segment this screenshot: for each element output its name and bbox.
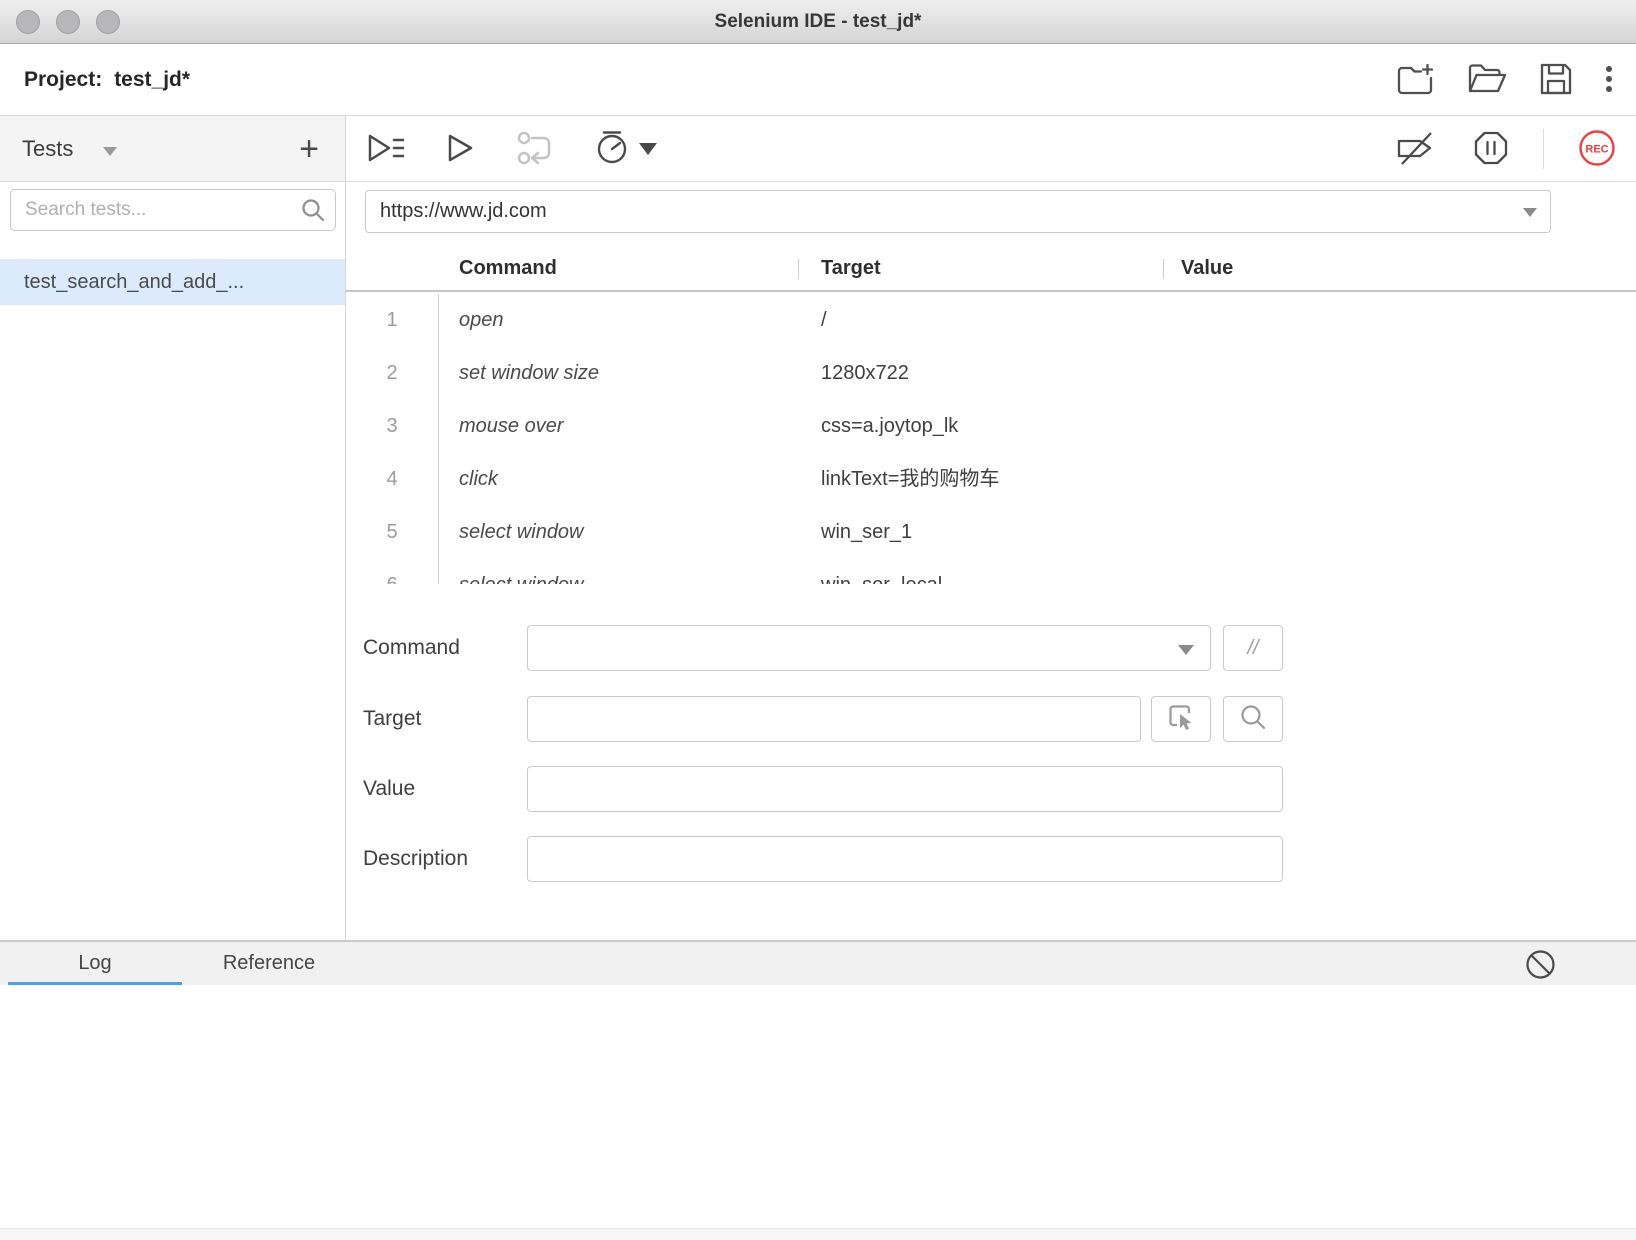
base-url-input[interactable] (365, 190, 1551, 233)
octagon-pause-icon (1473, 130, 1509, 169)
log-tab-bar: Log Reference (0, 940, 1636, 985)
test-speed-control[interactable] (594, 129, 657, 170)
column-divider (798, 259, 799, 279)
table-row[interactable]: 6 select window win_ser_local (346, 559, 1636, 584)
column-divider (1163, 259, 1164, 279)
playback-toolbar: REC (346, 116, 1636, 182)
search-icon (300, 197, 326, 228)
row-command: click (459, 453, 498, 506)
row-number: 1 (346, 294, 438, 347)
tests-sidebar: Tests + test_search_and_add_... (0, 116, 345, 940)
speed-dropdown-caret-icon (639, 143, 657, 155)
column-header-command: Command (459, 248, 557, 292)
run-current-test-button[interactable] (446, 131, 476, 168)
play-icon (446, 131, 476, 168)
table-row[interactable]: 4 click linkText=我的购物车 (346, 453, 1636, 506)
project-title: Project: test_jd* (24, 44, 190, 116)
titlebar: Selenium IDE - test_jd* (0, 0, 1636, 44)
table-row[interactable]: 1 open / (346, 294, 1636, 347)
row-number: 4 (346, 453, 438, 506)
description-field-label: Description (363, 836, 468, 882)
project-name: test_jd* (114, 68, 190, 91)
tab-log[interactable]: Log (8, 942, 182, 985)
more-options-button[interactable] (1604, 61, 1614, 100)
clear-log-button[interactable] (1525, 949, 1556, 983)
pause-on-exceptions-button[interactable] (1473, 130, 1509, 169)
new-project-button[interactable] (1396, 61, 1436, 100)
command-editor: Command // Target (346, 584, 1636, 940)
row-command: select window (459, 559, 584, 584)
open-project-button[interactable] (1466, 61, 1508, 100)
step-over-icon (516, 130, 554, 169)
row-number: 2 (346, 347, 438, 400)
comment-toggle-button[interactable]: // (1223, 625, 1283, 671)
step-over-button (516, 130, 554, 169)
disable-breakpoints-button[interactable] (1393, 129, 1439, 170)
row-number: 6 (346, 559, 438, 584)
steps-table: 1 open / 2 set window size 1280x722 3 mo… (346, 294, 1636, 584)
tests-dropdown-caret-icon[interactable] (103, 147, 117, 156)
table-row[interactable]: 5 select window win_ser_1 (346, 506, 1636, 559)
project-bar: Project: test_jd* (0, 44, 1636, 116)
row-target: css=a.joytop_lk (821, 400, 958, 453)
main-panel: REC Command Target Value (346, 116, 1636, 940)
test-list-item[interactable]: test_search_and_add_... (0, 259, 345, 305)
select-target-cursor-icon (1165, 701, 1197, 738)
kebab-menu-icon (1604, 61, 1614, 100)
breakpoint-slash-icon (1393, 129, 1439, 170)
table-row[interactable]: 3 mouse over css=a.joytop_lk (346, 400, 1636, 453)
toolbar-divider (1543, 129, 1544, 169)
svg-text:REC: REC (1585, 143, 1608, 155)
select-target-button[interactable] (1151, 696, 1211, 742)
run-all-icon (366, 131, 406, 168)
url-row (346, 182, 1636, 248)
description-input[interactable] (528, 837, 1282, 881)
value-field-label: Value (363, 766, 415, 812)
row-target: 1280x722 (821, 347, 909, 400)
tests-panel-label[interactable]: Tests (22, 116, 73, 182)
url-dropdown-caret-icon[interactable] (1523, 208, 1537, 217)
row-target: linkText=我的购物车 (821, 453, 999, 506)
find-target-search-icon (1238, 702, 1268, 737)
row-command: select window (459, 506, 584, 559)
row-target: win_ser_1 (821, 506, 912, 559)
find-target-button[interactable] (1223, 696, 1283, 742)
column-header-target: Target (821, 248, 881, 292)
record-button[interactable]: REC (1578, 129, 1616, 170)
window-bottom-edge (0, 1228, 1636, 1240)
row-command: open (459, 294, 504, 347)
tab-reference[interactable]: Reference (182, 942, 356, 985)
window-title: Selenium IDE - test_jd* (0, 0, 1636, 44)
table-row[interactable]: 2 set window size 1280x722 (346, 347, 1636, 400)
command-dropdown-caret-icon (1178, 645, 1194, 655)
row-target: win_ser_local (821, 559, 942, 584)
command-field-label: Command (363, 625, 460, 671)
stopwatch-icon (594, 129, 630, 170)
command-select[interactable] (527, 625, 1211, 671)
tests-header: Tests + (0, 116, 345, 182)
open-project-folder-icon (1466, 61, 1508, 100)
selenium-ide-window: Selenium IDE - test_jd* Project: test_jd* (0, 0, 1636, 1240)
add-test-button[interactable]: + (287, 124, 331, 174)
save-floppy-icon (1538, 61, 1574, 100)
row-number: 3 (346, 400, 438, 453)
row-command: set window size (459, 347, 599, 400)
search-tests-input[interactable] (10, 189, 336, 231)
row-number: 5 (346, 506, 438, 559)
save-project-button[interactable] (1538, 61, 1574, 100)
column-header-value: Value (1181, 248, 1233, 292)
log-content-panel (0, 985, 1636, 1228)
new-project-folder-plus-icon (1396, 61, 1436, 100)
record-icon: REC (1578, 129, 1616, 170)
run-all-tests-button[interactable] (366, 131, 406, 168)
value-input[interactable] (528, 767, 1282, 811)
target-field-label: Target (363, 696, 421, 742)
row-target: / (821, 294, 827, 347)
project-label: Project: (24, 68, 102, 91)
clear-log-icon (1525, 949, 1556, 983)
row-command: mouse over (459, 400, 564, 453)
steps-table-header: Command Target Value (346, 248, 1636, 292)
target-input[interactable] (528, 697, 1140, 741)
